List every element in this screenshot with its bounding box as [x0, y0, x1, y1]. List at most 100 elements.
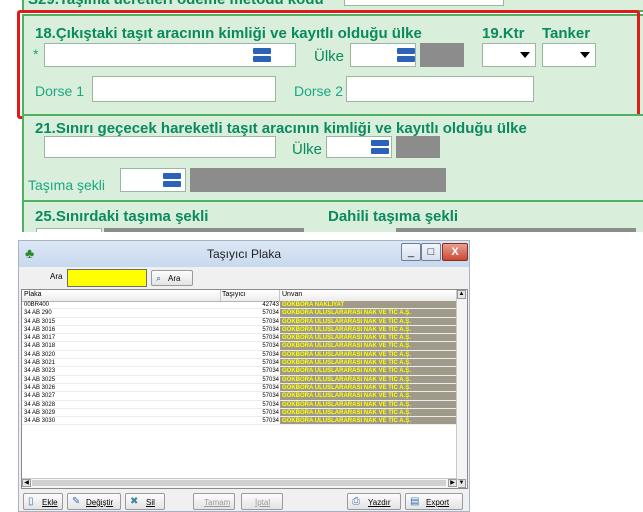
border-transport-input[interactable]	[36, 228, 102, 232]
title-cell: GÖKBORA ULUSLARARASI NAK VE TİC A.Ş.	[280, 400, 458, 408]
border-country-label: Ülke	[292, 141, 323, 158]
plate-cell: 34 AB 3023	[24, 368, 56, 375]
table-row[interactable]: 34 AB 3018 57034 GÖKBORA ULUSLARARASI NAK …	[22, 342, 458, 351]
table-row[interactable]: 34 AB 3027 57034 GÖKBORA ULUSLARARASI NAK …	[22, 392, 458, 401]
plate-cell: 34 AB 3025	[24, 376, 56, 383]
table-row[interactable]: 34 AB 3017 57034 GÖKBORA ULUSLARARASI NAK …	[22, 334, 458, 343]
dialog-toolbar: ▯ Ekle ✎ Değiştir ✖ Sil Tamam İptal ⎙ Ya…	[19, 491, 469, 511]
plate-cell: 34 AB 3021	[24, 360, 56, 367]
carrier-cell: 42743	[262, 302, 279, 308]
transport-mode-label: Taşıma şekli	[28, 177, 106, 193]
print-button[interactable]: ⎙ Yazdır	[347, 493, 401, 510]
carrier-cell: 57034	[262, 376, 279, 383]
scroll-down-icon[interactable]: ▼	[457, 479, 466, 488]
scroll-thumb[interactable]	[32, 480, 446, 486]
carrier-cell: 57034	[262, 351, 279, 358]
carrier-cell: 57034	[262, 318, 279, 325]
transport-mode-name-display	[190, 168, 446, 192]
ok-button[interactable]: Tamam	[193, 493, 235, 510]
table-row[interactable]: 34 AB 3028 57034 GÖKBORA ULUSLARARASI NAK …	[22, 400, 458, 409]
border-vehicle-id-input[interactable]	[44, 136, 276, 158]
title-cell: GÖKBORA ULUSLARARASI NAK VE TİC A.Ş.	[280, 392, 458, 400]
plate-cell: 34 AB 3018	[24, 343, 56, 350]
table-row[interactable]: 34 AB 3023 57034 GÖKBORA ULUSLARARASI NAK …	[22, 367, 458, 376]
column-header-plate[interactable]: Plaka	[24, 291, 42, 301]
carrier-plate-dialog: ♣ Taşıyıcı Plaka _ □ X Ara ⌕ Ara Plaka T…	[18, 240, 470, 512]
plate-cell: 34 AB 3015	[24, 318, 56, 325]
column-header-title[interactable]: Unvan	[282, 291, 302, 301]
table-row[interactable]: 34 AB 3020 57034 GÖKBORA ULUSLARARASI NAK …	[22, 350, 458, 360]
title-cell: GÖKBORA ULUSLARARASI NAK VE TİC A.Ş.	[280, 325, 458, 334]
payment-method-input[interactable]	[344, 0, 504, 6]
border-vehicle-title: 21.Sınırı geçecek hareketli taşıt aracın…	[35, 120, 527, 137]
scroll-left-icon[interactable]: ◀	[22, 479, 31, 487]
title-cell: GÖKBORA ULUSLARARASI NAK VE TİC A.Ş.	[280, 367, 458, 375]
title-cell: GÖKBORA ULUSLARARASI NAK VE TİC A.Ş.	[280, 375, 458, 383]
search-label: Ara	[50, 272, 63, 281]
title-cell: GÖKBORA ULUSLARARASI NAK VE TİC A.Ş.	[280, 383, 458, 392]
table-row[interactable]: 34 AB 3015 57034 GÖKBORA ULUSLARARASI NAK …	[22, 317, 458, 326]
minimize-button[interactable]: _	[401, 243, 421, 261]
horizontal-scrollbar[interactable]: ◀ ▶	[22, 478, 458, 488]
title-cell: GÖKBORA NAKLİYAT	[280, 301, 458, 309]
border-country-lookup-icon[interactable]	[370, 139, 390, 155]
vertical-scrollbar[interactable]: ▲ ▼	[456, 290, 467, 488]
table-row[interactable]: 00BR400 42743 GÖKBORA NAKLİYAT	[22, 301, 458, 310]
search-icon: ⌕	[156, 273, 162, 283]
search-button[interactable]: ⌕ Ara	[151, 270, 193, 286]
title-cell: GÖKBORA ULUSLARARASI NAK VE TİC A.Ş.	[280, 334, 458, 342]
transport-mode-lookup-icon[interactable]	[162, 172, 182, 188]
border-transport-name-display	[104, 228, 304, 232]
plate-cell: 34 AB 3026	[24, 384, 56, 391]
title-cell: GÖKBORA ULUSLARARASI NAK VE TİC A.Ş.	[280, 350, 458, 359]
title-cell: GÖKBORA ULUSLARARASI NAK VE TİC A.Ş.	[280, 317, 458, 325]
scroll-right-icon[interactable]: ▶	[448, 479, 457, 487]
search-button-label: Ara	[168, 274, 181, 283]
plate-grid: Plaka Taşıyıcı Unvan 00BR400 42743 GÖKBORA…	[21, 289, 468, 489]
title-cell: GÖKBORA ULUSLARARASI NAK VE TİC A.Ş.	[280, 417, 458, 425]
export-button[interactable]: ▤ Export	[405, 493, 463, 510]
table-row[interactable]: 34 AB 3026 57034 GÖKBORA ULUSLARARASI NAK …	[22, 383, 458, 393]
cancel-button[interactable]: İptal	[241, 493, 283, 510]
dialog-titlebar[interactable]: ♣ Taşıyıcı Plaka _ □ X	[19, 241, 469, 267]
scroll-up-icon[interactable]: ▲	[457, 290, 466, 299]
table-row[interactable]: 34 AB 3029 57034 GÖKBORA ULUSLARARASI NAK …	[22, 408, 458, 418]
carrier-cell: 57034	[262, 409, 279, 416]
carrier-cell: 57034	[262, 384, 279, 391]
declaration-form: S29.Taşıma ücretleri ödeme metodu kodu 1…	[0, 0, 643, 232]
title-cell: GÖKBORA ULUSLARARASI NAK VE TİC A.Ş.	[280, 408, 458, 417]
plate-cell: 34 AB 3020	[24, 351, 56, 358]
plate-cell: 00BR400	[24, 302, 50, 308]
table-row[interactable]: 34 AB 3030 57034 GÖKBORA ULUSLARARASI NAK …	[22, 417, 458, 426]
edit-button[interactable]: ✎ Değiştir	[67, 493, 121, 510]
search-row: Ara ⌕ Ara	[19, 267, 469, 291]
carrier-cell: 57034	[262, 368, 279, 375]
plate-cell: 34 AB 3029	[24, 409, 56, 416]
border-transport-title: 25.Sınırdaki taşıma şekli	[35, 208, 209, 225]
delete-icon: ✖	[130, 496, 139, 507]
search-input[interactable]	[67, 269, 147, 287]
export-icon: ▤	[410, 496, 420, 507]
border-transport-panel: 25.Sınırdaki taşıma şekli Dahili taşıma …	[22, 200, 643, 232]
table-row[interactable]: 34 AB 3021 57034 GÖKBORA ULUSLARARASI NAK …	[22, 359, 458, 368]
column-header-carrier[interactable]: Taşıyıcı	[222, 291, 246, 301]
carrier-cell: 57034	[262, 326, 279, 333]
carrier-cell: 57034	[262, 343, 279, 350]
carrier-cell: 57034	[262, 393, 279, 400]
table-row[interactable]: 34 AB 3016 57034 GÖKBORA ULUSLARARASI NAK …	[22, 325, 458, 335]
carrier-cell: 57034	[262, 310, 279, 317]
payment-method-title: S29.Taşıma ücretleri ödeme metodu kodu	[28, 0, 324, 8]
carrier-cell: 57034	[262, 335, 279, 342]
maximize-button[interactable]: □	[421, 243, 441, 261]
close-button[interactable]: X	[442, 243, 468, 261]
carrier-cell: 57034	[262, 360, 279, 367]
plate-cell: 34 AB 3027	[24, 393, 56, 400]
border-country-name-display	[396, 136, 440, 158]
table-row[interactable]: 34 AB 290 57034 GÖKBORA ULUSLARARASI NAK V…	[22, 309, 458, 318]
plate-cell: 34 AB 290	[24, 310, 52, 317]
add-button[interactable]: ▯ Ekle	[23, 493, 63, 510]
highlight-frame	[17, 10, 640, 119]
delete-button[interactable]: ✖ Sil	[125, 493, 165, 510]
table-row[interactable]: 34 AB 3025 57034 GÖKBORA ULUSLARARASI NAK …	[22, 375, 458, 384]
carrier-cell: 57034	[262, 401, 279, 408]
